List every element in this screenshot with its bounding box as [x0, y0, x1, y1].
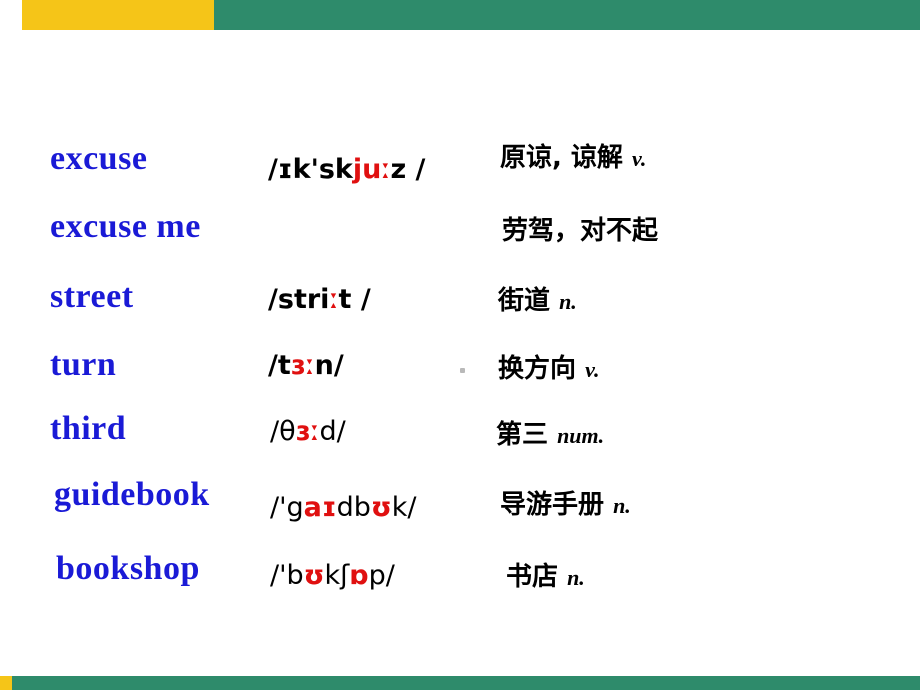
meaning-text: 原谅, 谅解	[500, 143, 632, 173]
meaning-bookshop: 书店 n.	[506, 556, 585, 593]
meaning-text: 换方向	[498, 354, 586, 384]
pos-tag: v.	[631, 146, 647, 171]
pos-tag: n.	[559, 289, 577, 314]
meaning-text: 书店	[506, 562, 568, 592]
phonetic-street: /striːt /	[268, 284, 371, 315]
top-white-notch	[0, 0, 22, 30]
bottom-yellow-accent	[0, 676, 12, 690]
meaning-excuse-me: 劳驾，对不起	[502, 210, 658, 247]
meaning-text: 导游手册	[500, 490, 614, 520]
phonetic-bookshop: /'bʊkʃɒp/	[270, 560, 395, 591]
top-yellow-bar	[0, 0, 214, 30]
bottom-green-bar	[0, 676, 920, 690]
pos-tag: n.	[613, 493, 631, 518]
meaning-excuse: 原谅, 谅解 v.	[500, 137, 646, 174]
phonetic-third: /θɜːd/	[270, 416, 346, 447]
word-third: third	[50, 410, 127, 447]
phonetic-excuse: /ɪk'skjuːz /	[268, 154, 426, 185]
slide-dot-marker	[460, 368, 465, 373]
phonetic-guidebook: /'gaɪdbʊk/	[270, 492, 417, 523]
meaning-text: 街道	[498, 286, 560, 316]
phonetic-turn: /tɜːn/	[268, 350, 344, 381]
pos-tag: v.	[585, 357, 600, 382]
pos-tag: n.	[567, 565, 585, 590]
vocabulary-table: excuse /ɪk'skjuːz / 原谅, 谅解 v. excuse me …	[0, 30, 920, 676]
slide: excuse /ɪk'skjuːz / 原谅, 谅解 v. excuse me …	[0, 0, 920, 690]
word-excuse: excuse	[50, 140, 148, 177]
meaning-turn: 换方向 v.	[498, 348, 600, 385]
meaning-third: 第三 num.	[496, 414, 604, 451]
meaning-street: 街道 n.	[498, 280, 577, 317]
word-excuse-me: excuse me	[50, 208, 201, 245]
meaning-text: 第三	[496, 420, 558, 450]
pos-tag: num.	[557, 423, 605, 448]
word-guidebook: guidebook	[54, 476, 210, 513]
word-turn: turn	[50, 346, 117, 383]
meaning-guidebook: 导游手册 n.	[500, 484, 631, 521]
word-street: street	[50, 278, 134, 315]
word-bookshop: bookshop	[56, 550, 200, 587]
meaning-text: 劳驾，对不起	[502, 216, 659, 246]
